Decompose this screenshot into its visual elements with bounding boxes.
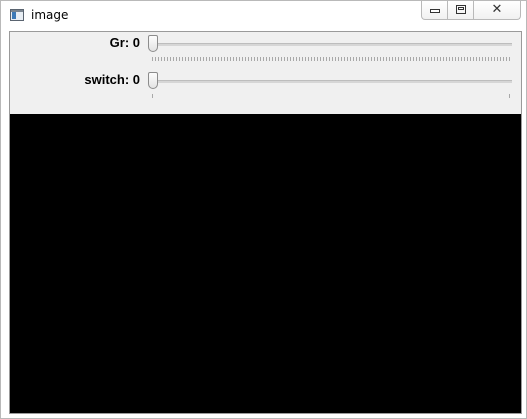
trackbar-panel: Gr: 0 switch: 0 [10,32,521,114]
image-display [10,114,521,413]
minimize-button[interactable] [422,1,448,19]
slider-thumb[interactable] [148,35,158,52]
slider-switch[interactable] [148,69,514,105]
trackbar-label-switch: switch: 0 [84,72,140,87]
minimize-icon [430,9,440,13]
window-title: image [31,8,69,22]
trackbar-label-gr: Gr: 0 [109,35,140,50]
trackbar-switch: switch: 0 [10,69,521,105]
slider-track[interactable] [154,43,512,46]
maximize-button[interactable] [448,1,474,19]
window-app-icon [10,9,24,21]
close-icon: ✕ [491,2,503,17]
maximize-icon [456,5,466,14]
client-area: Gr: 0 switch: 0 [9,31,522,414]
slider-ticks [152,57,510,61]
app-window: image ✕ Gr: 0 switch: 0 [0,0,527,419]
slider-ticks [152,94,510,98]
caption-buttons: ✕ [421,1,521,20]
slider-thumb[interactable] [148,72,158,89]
close-button[interactable]: ✕ [474,1,520,19]
trackbar-gr: Gr: 0 [10,32,521,68]
title-bar[interactable]: image ✕ [1,1,526,30]
slider-track[interactable] [154,80,512,83]
slider-gr[interactable] [148,32,514,68]
